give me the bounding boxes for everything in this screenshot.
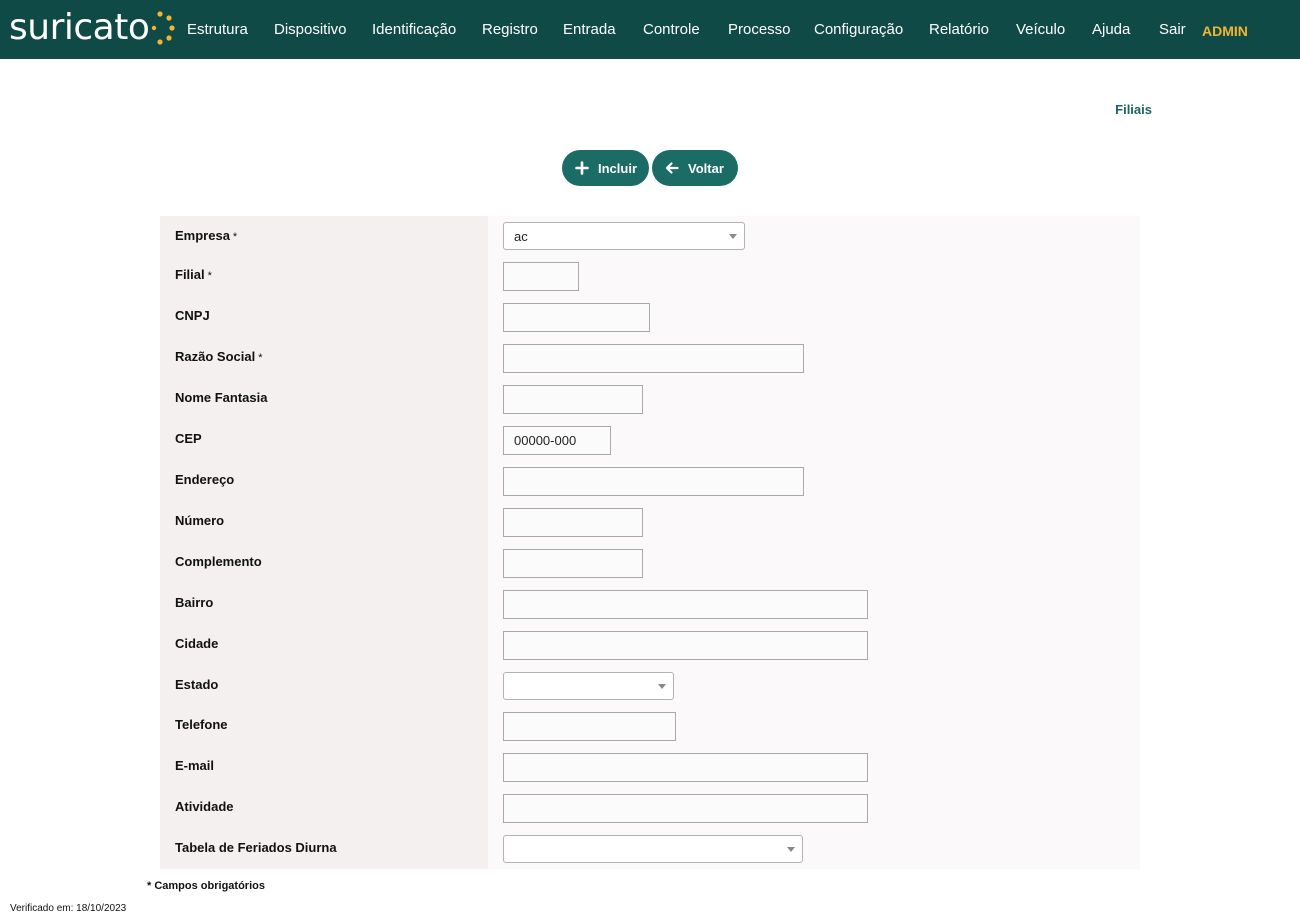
label-cnpj: CNPJ	[175, 308, 210, 323]
bairro-input[interactable]	[503, 590, 868, 619]
label-razao-social: Razão Social *	[175, 349, 263, 364]
nav-item-dispositivo[interactable]: Dispositivo	[274, 21, 347, 39]
label-numero: Número	[175, 513, 225, 528]
main-menu: Estrutura Dispositivo Identificação Regi…	[0, 0, 1300, 59]
top-navigation-bar: suricato Estrutura Dispositivo Identific…	[0, 0, 1300, 59]
label-empresa: Empresa *	[175, 228, 238, 243]
cep-input[interactable]: 00000-000	[503, 426, 611, 455]
label-cidade: Cidade	[175, 636, 219, 651]
incluir-label: Incluir	[598, 160, 638, 176]
page-title: Filiais	[1115, 102, 1152, 117]
required-fields-note: * Campos obrigatórios	[147, 880, 265, 892]
telefone-input[interactable]	[503, 712, 676, 741]
razao-social-input[interactable]	[503, 344, 804, 373]
nav-item-relatorio[interactable]: Relatório	[929, 21, 989, 39]
nav-item-entrada[interactable]: Entrada	[563, 21, 616, 39]
nav-item-processo[interactable]: Processo	[728, 21, 791, 39]
nav-item-controle[interactable]: Controle	[643, 21, 700, 39]
voltar-button[interactable]: Voltar	[652, 150, 738, 186]
incluir-button[interactable]: Incluir	[562, 150, 649, 186]
label-filial: Filial *	[175, 267, 212, 282]
label-endereco: Endereço	[175, 472, 235, 487]
verified-date: Verificado em: 18/10/2023	[10, 903, 127, 914]
label-complemento: Complemento	[175, 554, 262, 569]
nav-item-registro[interactable]: Registro	[482, 21, 538, 39]
chevron-down-icon	[787, 847, 795, 852]
label-nome-fantasia: Nome Fantasia	[175, 390, 268, 405]
label-telefone: Telefone	[175, 717, 228, 732]
label-atividade: Atividade	[175, 799, 234, 814]
numero-input[interactable]	[503, 508, 643, 537]
voltar-label: Voltar	[688, 160, 724, 176]
nav-item-estrutura[interactable]: Estrutura	[187, 21, 248, 39]
empresa-select[interactable]: ac	[503, 222, 745, 250]
endereco-input[interactable]	[503, 467, 804, 496]
nav-item-veiculo[interactable]: Veículo	[1016, 21, 1065, 39]
arrow-left-icon	[665, 162, 679, 174]
label-estado: Estado	[175, 677, 219, 692]
plus-icon	[575, 161, 589, 175]
estado-select[interactable]	[503, 672, 674, 700]
nav-item-configuracao[interactable]: Configuração	[814, 21, 903, 39]
complemento-input[interactable]	[503, 549, 643, 578]
email-input[interactable]	[503, 753, 868, 782]
label-cep: CEP	[175, 431, 202, 446]
cnpj-input[interactable]	[503, 303, 650, 332]
atividade-input[interactable]	[503, 794, 868, 823]
nav-item-identificacao[interactable]: Identificação	[372, 21, 456, 39]
nome-fantasia-input[interactable]	[503, 385, 643, 414]
label-bairro: Bairro	[175, 595, 214, 610]
chevron-down-icon	[658, 684, 666, 689]
cidade-input[interactable]	[503, 631, 868, 660]
filial-input[interactable]	[503, 262, 579, 291]
user-name[interactable]: ADMIN	[1202, 22, 1248, 40]
empresa-selected-value: ac	[514, 229, 528, 244]
chevron-down-icon	[729, 234, 737, 239]
nav-item-sair[interactable]: Sair	[1159, 21, 1186, 39]
label-tabela-feriados-diurna: Tabela de Feriados Diurna	[175, 840, 337, 855]
tabela-feriados-diurna-select[interactable]	[503, 835, 803, 863]
label-email: E-mail	[175, 758, 215, 773]
nav-item-ajuda[interactable]: Ajuda	[1092, 21, 1130, 39]
